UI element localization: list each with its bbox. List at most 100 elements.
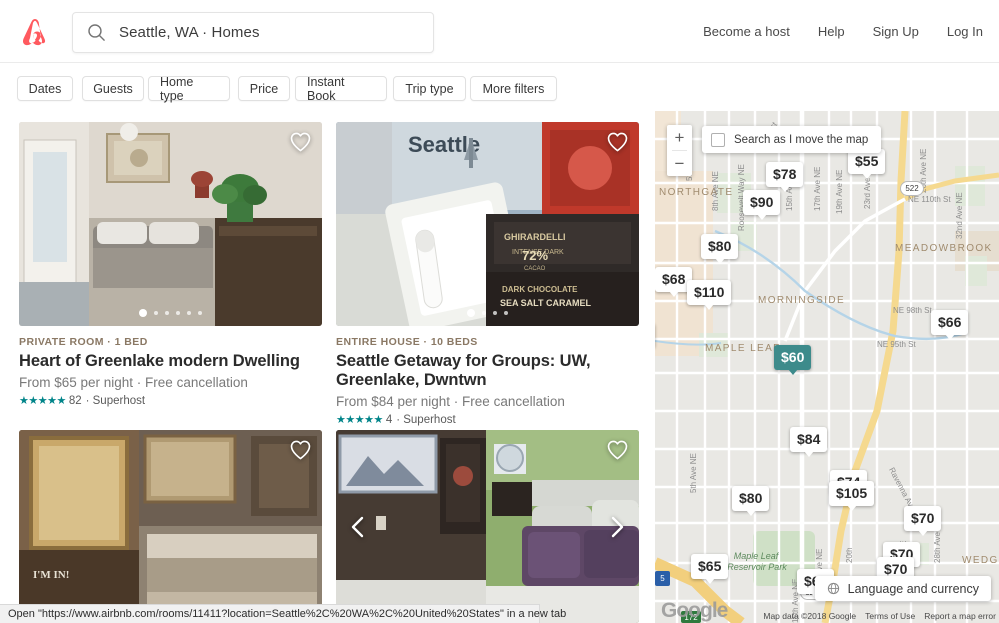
filter-trip-type[interactable]: Trip type	[393, 76, 466, 101]
superhost-badge: · Superhost	[85, 394, 146, 407]
heart-outline-icon[interactable]	[289, 131, 312, 152]
photo-carousel-dots[interactable]	[336, 309, 639, 317]
listing-results: PRIVATE ROOM · 1 BED Heart of Greenlake …	[0, 111, 655, 623]
terms-of-use-link[interactable]: Terms of Use	[865, 611, 915, 621]
carousel-dot[interactable]	[504, 311, 508, 315]
map-street-label: 5th Ave NE	[689, 453, 698, 493]
map-street-label: 32nd Ave NE	[955, 192, 964, 239]
superhost-badge: · Superhost	[396, 413, 456, 426]
status-bar-text: Open "https://www.airbnb.com/rooms/11411…	[8, 608, 567, 620]
map-data-attribution: Map data ©2018 Google	[763, 611, 857, 621]
google-logo: Google	[661, 599, 728, 622]
map-price-pin[interactable]: $80	[732, 486, 770, 516]
listing-title[interactable]: Seattle Getaway for Groups: UW, Greenlak…	[336, 352, 639, 390]
svg-text:SEA SALT CARAMEL: SEA SALT CARAMEL	[500, 298, 592, 308]
nav-become-a-host[interactable]: Become a host	[703, 24, 790, 39]
map-zoom-out-button[interactable]: −	[667, 151, 692, 176]
carousel-dot[interactable]	[187, 311, 191, 315]
map-street-label: NE 110th St	[908, 195, 951, 204]
carousel-dot[interactable]	[176, 311, 180, 315]
map-panel[interactable]: NORTHGATE MEADOWBROOK MORNINGSIDE MAPLE …	[655, 111, 999, 623]
map-park-label: Maple Leaf	[733, 551, 779, 561]
listing-photo[interactable]: I'M IN!	[19, 430, 322, 623]
filter-instant-book[interactable]: Instant Book	[295, 75, 387, 103]
listing-card[interactable]: PRIVATE ROOM · 1 BED Heart of Greenlake …	[19, 122, 322, 407]
photo-carousel-dots[interactable]	[19, 309, 322, 317]
heart-outline-icon[interactable]	[606, 439, 629, 460]
filter-price[interactable]: Price	[238, 76, 290, 101]
star-rating-icon: ★★★★★	[336, 414, 383, 426]
carousel-dot[interactable]	[198, 311, 202, 315]
map-price-pin[interactable]: $84	[790, 427, 828, 457]
search-input[interactable]: Seattle, WA · Homes	[72, 12, 434, 53]
heart-outline-icon[interactable]	[289, 439, 312, 460]
search-icon	[88, 24, 105, 41]
search-as-i-move-checkbox[interactable]	[711, 132, 725, 147]
map-zoom-controls[interactable]: + −	[667, 125, 692, 176]
map-shield: 522	[900, 181, 924, 196]
map-area-label: MORNINGSIDE	[758, 295, 846, 306]
map-area-label: MAPLE LEAF	[705, 343, 781, 354]
carousel-dot[interactable]	[482, 311, 486, 315]
chevron-left-icon[interactable]	[346, 514, 372, 540]
listing-rating: ★★★★★ 4 · Superhost	[336, 413, 639, 427]
svg-text:I'M IN!: I'M IN!	[33, 569, 69, 581]
carousel-dot[interactable]	[467, 309, 475, 317]
nav-log-in[interactable]: Log In	[947, 24, 983, 39]
listing-card[interactable]: I'M IN!	[19, 430, 322, 623]
map-street-label: 17th Ave NE	[813, 166, 822, 211]
star-rating-icon: ★★★★★	[19, 395, 66, 407]
listing-rating: ★★★★★ 82 · Superhost	[19, 394, 322, 408]
listing-price: From $84 per night · Free cancellation	[336, 394, 565, 409]
filter-guests[interactable]: Guests	[82, 76, 144, 101]
review-count: 82	[68, 394, 82, 407]
carousel-dot[interactable]	[493, 311, 497, 315]
svg-text:CACAO: CACAO	[524, 266, 546, 272]
map-zoom-in-button[interactable]: +	[667, 125, 692, 150]
listing-card[interactable]: Seattle GHIRARDELLI INTENSE DARK DARK CH…	[336, 122, 639, 426]
map-area-label: WEDG	[962, 555, 999, 566]
chevron-right-icon[interactable]	[603, 514, 629, 540]
nav-sign-up[interactable]: Sign Up	[873, 24, 919, 39]
filter-dates[interactable]: Dates	[17, 76, 73, 101]
search-input-value: Seattle, WA · Homes	[119, 24, 260, 41]
nav-help[interactable]: Help	[818, 24, 845, 39]
map-price-pin[interactable]: $90	[743, 190, 781, 220]
map-price-pin[interactable]: $80	[701, 234, 739, 264]
report-map-error-link[interactable]: Report a map error	[924, 611, 996, 621]
search-as-i-move-the-map-toggle[interactable]: Search as I move the map	[702, 126, 882, 153]
listing-photo[interactable]: Seattle GHIRARDELLI INTENSE DARK DARK CH…	[336, 122, 639, 326]
listing-photo[interactable]	[19, 122, 322, 326]
map-price-pin[interactable]: $110	[687, 280, 732, 310]
map-street-label: 20th	[845, 547, 854, 563]
search-as-i-move-label: Search as I move the map	[734, 133, 869, 146]
listing-photo[interactable]	[336, 430, 639, 623]
map-street-label: NE 98th St	[893, 306, 932, 315]
map-street-label: NE 95th St	[877, 340, 916, 349]
site-header: Seattle, WA · Homes Become a host Help S…	[0, 0, 999, 63]
language-and-currency-button[interactable]: Language and currency	[814, 576, 991, 601]
listing-category: ENTIRE HOUSE · 10 BEDS	[336, 336, 478, 348]
heart-outline-icon[interactable]	[606, 131, 629, 152]
svg-text:GHIRARDELLI: GHIRARDELLI	[504, 232, 566, 242]
svg-text:72%: 72%	[522, 248, 548, 263]
map-price-pin[interactable]: $78	[766, 162, 804, 192]
map-price-pin[interactable]: $65	[691, 554, 729, 584]
airbnb-logo-icon[interactable]	[17, 14, 53, 50]
map-price-pin[interactable]: $70	[904, 506, 942, 536]
map-price-pin[interactable]: $66	[931, 310, 969, 340]
filter-more-filters[interactable]: More filters	[470, 76, 557, 101]
carousel-dot[interactable]	[154, 311, 158, 315]
listing-card[interactable]	[336, 430, 639, 623]
map-price-pin-selected[interactable]: $60	[774, 345, 812, 375]
listing-title[interactable]: Heart of Greenlake modern Dwelling	[19, 352, 322, 371]
carousel-dot[interactable]	[139, 309, 147, 317]
map-area-label: NORTHGATE	[659, 187, 734, 198]
map-street-label: 19th Ave NE	[835, 169, 844, 214]
filter-home-type[interactable]: Home type	[148, 75, 230, 103]
language-and-currency-label: Language and currency	[847, 581, 979, 596]
carousel-dot[interactable]	[165, 311, 169, 315]
header-nav: Become a host Help Sign Up Log In	[675, 0, 983, 63]
map-area-label: MEADOWBROOK	[895, 243, 993, 254]
map-price-pin[interactable]: $105	[829, 481, 875, 511]
